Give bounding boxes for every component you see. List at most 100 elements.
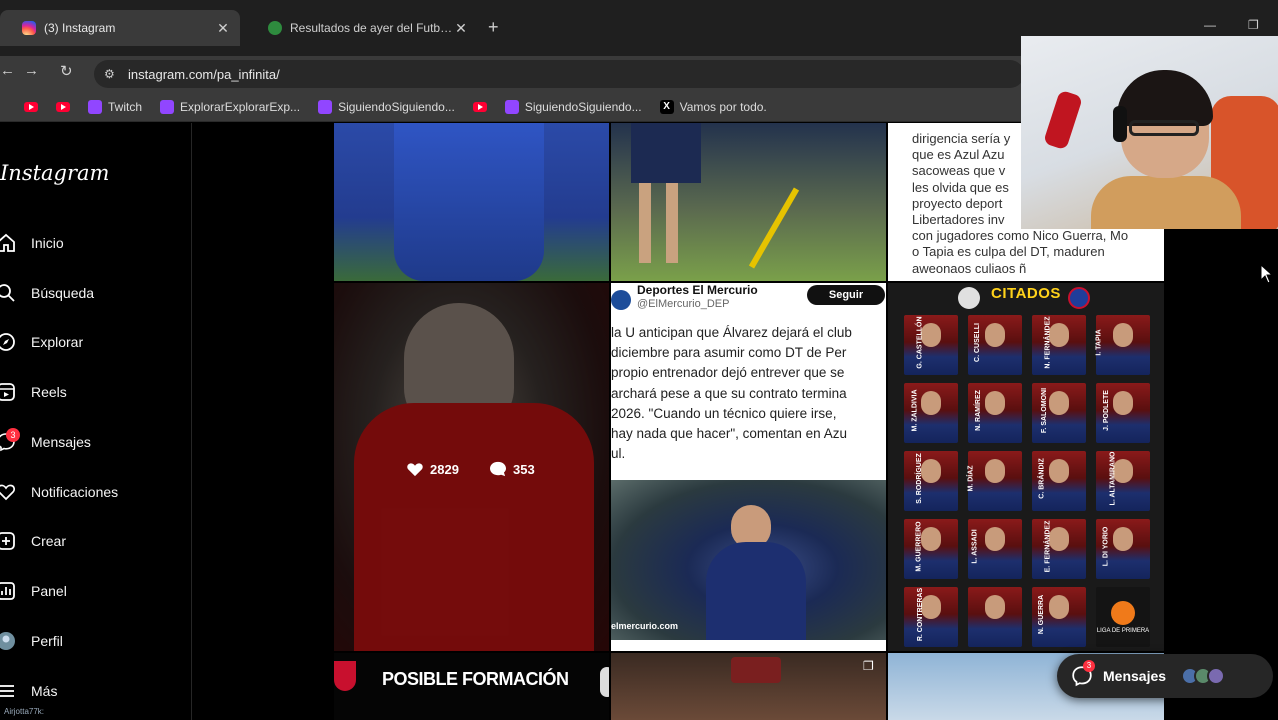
instagram-sidebar: Instagram Inicio Búsqueda Explorar Reels… [0, 123, 192, 720]
messenger-icon: 3 [0, 428, 20, 452]
bookmark-youtube[interactable] [24, 101, 38, 112]
tab-resultados[interactable]: Resultados de ayer del Futbol Argentino … [246, 10, 478, 46]
bookmark-x[interactable]: X Vamos por todo. [659, 99, 767, 114]
youtube-icon [472, 101, 487, 112]
citados-player-grid: G. CASTELLÓN C. CUSELLI N. FERNÁNDEZ I. … [904, 315, 1158, 647]
bookmark-siguiendo[interactable]: SiguiendoSiguiendo... [318, 99, 455, 114]
citados-title: CITADOS [991, 285, 1061, 302]
sidebar-item-label: Perfil [31, 633, 63, 649]
headset-image [1113, 106, 1127, 142]
club-crest-icon [334, 661, 356, 691]
comments-count: 353 [513, 461, 535, 477]
back-icon[interactable]: ← [0, 62, 15, 79]
sidebar-item-mensajes[interactable]: 3 Mensajes [0, 428, 91, 455]
sidebar-item-reels[interactable]: Reels [0, 379, 67, 405]
messages-floating-button[interactable]: 3 Mensajes [1057, 654, 1273, 698]
player-card: N. RAMÍREZ [968, 383, 1022, 443]
likes-count: 2829 [430, 461, 459, 477]
reload-icon[interactable]: ↻ [60, 62, 73, 80]
post-thumbnail-tweet[interactable]: Deportes El Mercurio @ElMercurio_DEP Seg… [611, 283, 886, 651]
sidebar-item-crear[interactable]: Crear [0, 528, 66, 554]
player-card: M. DÍAZ [968, 451, 1022, 511]
bookmark-twitch[interactable]: Twitch [88, 99, 142, 114]
comment-filled-icon [490, 461, 506, 477]
close-tab-icon[interactable]: ✕ [216, 20, 230, 37]
restore-icon[interactable]: ❐ [1248, 18, 1259, 32]
sidebar-item-label: Notificaciones [31, 484, 119, 500]
player-card: M. ZALDIVIA [904, 383, 958, 443]
heart-filled-icon [407, 463, 423, 477]
url-text[interactable]: instagram.com/pa_infinita/ [128, 67, 280, 82]
post-thumbnail[interactable]: POSIBLE FORMACIÓN [334, 653, 609, 720]
sidebar-item-mas[interactable]: Más [0, 678, 57, 704]
post-thumbnail[interactable]: ❐ [611, 653, 886, 720]
tweet-author-name: Deportes El Mercurio [637, 283, 758, 297]
bookmark-label: SiguiendoSiguiendo... [524, 99, 642, 114]
message-count-badge: 3 [6, 428, 20, 442]
tab-instagram[interactable]: (3) Instagram ✕ [0, 10, 240, 46]
x-icon: X [659, 99, 674, 114]
liga-logo-icon [1111, 600, 1135, 625]
ball-icon [600, 667, 609, 697]
menu-icon [0, 681, 16, 701]
reels-icon [0, 382, 16, 402]
shirt-image [1091, 176, 1241, 229]
twitch-icon [318, 99, 333, 114]
tweet-text: la U anticipan que Álvarez dejará el clu… [611, 325, 852, 462]
omnibox[interactable]: ⚙ instagram.com/pa_infinita/ [94, 60, 1024, 88]
search-icon [0, 283, 16, 303]
compass-icon [0, 332, 16, 352]
corner-flag-image [748, 187, 800, 269]
posible-formacion-title: POSIBLE FORMACIÓN [382, 669, 569, 689]
avatar-icon [0, 631, 16, 651]
player-card [968, 587, 1022, 647]
hover-overlay [334, 283, 609, 651]
player-card: C. BRÁNDIZ [1032, 451, 1086, 511]
twitch-icon [88, 99, 102, 114]
likes-stat: 2829 [406, 461, 459, 477]
sidebar-item-notificaciones[interactable]: Notificaciones [0, 479, 118, 505]
bookmark-folder[interactable] [0, 100, 6, 114]
post-thumbnail[interactable] [611, 123, 886, 281]
instagram-logo[interactable]: Instagram [0, 161, 109, 185]
player-card: F. SALOMONI [1032, 383, 1086, 443]
bookmark-youtube[interactable] [472, 101, 487, 112]
post-thumbnail-hovered[interactable]: 2829 353 [334, 283, 609, 651]
sidebar-item-explorar[interactable]: Explorar [0, 329, 83, 355]
message-count-badge: 3 [1083, 660, 1095, 672]
sidebar-item-perfil[interactable]: Perfil [0, 628, 63, 654]
twitch-icon [504, 99, 519, 114]
forward-icon[interactable]: → [24, 62, 39, 79]
bookmark-youtube[interactable] [56, 101, 70, 112]
new-tab-button[interactable]: + [488, 17, 499, 38]
player-card: M. GUERRERO [904, 519, 958, 579]
club-crest-icon [1068, 287, 1090, 309]
player-card: C. CUSELLI [968, 315, 1022, 375]
tweet-avatar [611, 290, 631, 310]
player-card: L. DI YORIO [1096, 519, 1150, 579]
sidebar-item-inicio[interactable]: Inicio [0, 230, 64, 256]
glasses-image [1129, 120, 1199, 136]
player-card: E. FERNÁNDEZ [1032, 519, 1086, 579]
sidebar-item-label: Más [31, 683, 58, 699]
minimize-icon[interactable]: — [1204, 18, 1216, 32]
sidebar-item-busqueda[interactable]: Búsqueda [0, 280, 94, 306]
sidebar-item-label: Búsqueda [31, 285, 95, 301]
messenger-icon: 3 [1071, 660, 1095, 687]
bookmark-explorar[interactable]: ExplorarExplorarExp... [160, 99, 300, 114]
bookmark-siguiendo-2[interactable]: SiguiendoSiguiendo... [504, 99, 642, 114]
recent-avatars [1181, 667, 1226, 685]
tweet-photo [611, 480, 886, 640]
post-thumbnail-citados[interactable]: CITADOS G. CASTELLÓN C. CUSELLI N. FERNÁ… [888, 283, 1164, 651]
sidebar-item-panel[interactable]: Panel [0, 578, 67, 604]
close-tab-icon[interactable]: ✕ [454, 20, 468, 37]
site-settings-icon[interactable]: ⚙ [104, 67, 122, 81]
instagram-icon [22, 21, 36, 35]
player-card: L. ASSADI [968, 519, 1022, 579]
player-leg-image [666, 183, 678, 263]
follow-button: Seguir [807, 285, 885, 305]
sidebar-item-label: Explorar [31, 334, 84, 350]
post-thumbnail[interactable] [334, 123, 609, 281]
wall-image [731, 657, 781, 683]
player-card: N. FERNÁNDEZ [1032, 315, 1086, 375]
